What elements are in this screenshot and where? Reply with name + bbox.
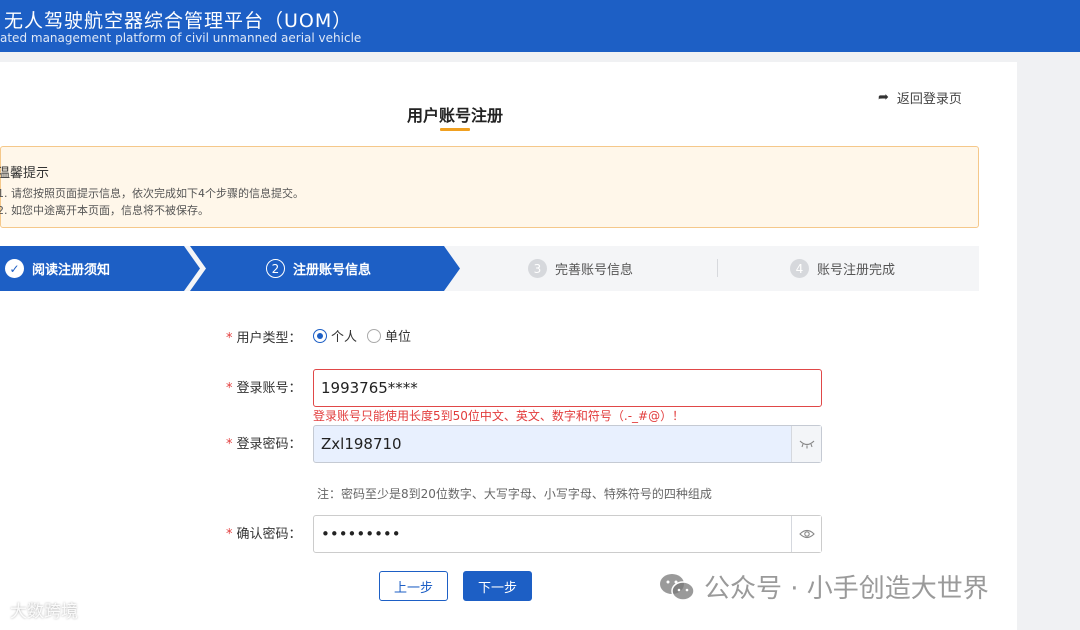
top-header-bar: 无人驾驶航空器综合管理平台（UOM） ated management platf…: [0, 0, 1080, 52]
notice-line-1: 1. 请您按照页面提示信息，依次完成如下4个步骤的信息提交。: [0, 187, 304, 200]
step-2-number: 2: [266, 259, 285, 278]
required-mark: *: [226, 331, 233, 346]
user-type-personal-label: 个人: [331, 330, 358, 345]
step-3-label: 完善账号信息: [555, 263, 634, 278]
title-underline: [440, 128, 470, 131]
step-progress-bar: ✓ 阅读注册须知 2 注册账号信息 3 完善账号信息 4 账号注册完成: [0, 246, 979, 291]
required-mark: *: [226, 381, 233, 396]
user-type-organization-radio[interactable]: 单位: [367, 326, 411, 345]
platform-subtitle: ated management platform of civil unmann…: [0, 31, 362, 45]
password-input[interactable]: Zxl198710: [313, 425, 822, 463]
user-type-organization-label: 单位: [385, 330, 412, 345]
required-mark: *: [226, 527, 233, 542]
step-1: ✓ 阅读注册须知: [5, 246, 110, 291]
notice-line-2: 2. 如您中途离开本页面，信息将不被保存。: [0, 204, 209, 217]
step-3: 3 完善账号信息: [528, 246, 633, 291]
step-2: 2 注册账号信息: [266, 246, 371, 291]
confirm-password-label: * 确认密码：: [226, 527, 302, 542]
account-value: 1993765****: [321, 379, 418, 397]
eye-closed-icon[interactable]: [791, 426, 821, 462]
account-error-message: 登录账号只能使用长度5到50位中文、英文、数字和符号（.-_#@）！: [313, 409, 685, 423]
step-1-label: 阅读注册须知: [32, 263, 111, 278]
notice-title: 温馨提示: [0, 166, 50, 181]
notice-box: 温馨提示 1. 请您按照页面提示信息，依次完成如下4个步骤的信息提交。 2. 如…: [0, 146, 979, 228]
watermark-right: 公众号 · 小手创造大世界: [658, 568, 989, 605]
next-step-button[interactable]: 下一步: [463, 571, 532, 601]
radio-unchecked-icon: [367, 328, 382, 343]
check-icon: ✓: [5, 259, 24, 278]
user-type-personal-radio[interactable]: 个人: [313, 326, 357, 345]
platform-title: 无人驾驶航空器综合管理平台（UOM）: [4, 10, 353, 32]
page-title: 用户账号注册: [406, 106, 503, 125]
account-label: * 登录账号：: [226, 381, 302, 396]
step-4: 4 账号注册完成: [790, 246, 895, 291]
confirm-password-value: •••••••••: [321, 525, 401, 543]
radio-checked-icon: [313, 328, 327, 343]
watermark-right-text: 公众号 · 小手创造大世界: [704, 574, 989, 604]
user-type-label: * 用户类型：: [226, 331, 302, 346]
step-2-label: 注册账号信息: [293, 263, 372, 278]
back-to-login-label: 返回登录页: [896, 92, 962, 107]
step-4-number: 4: [790, 259, 809, 278]
step-divider: [717, 259, 718, 277]
prev-step-button[interactable]: 上一步: [379, 571, 448, 601]
eye-open-icon[interactable]: [791, 516, 821, 552]
watermark-left: 大数跨境: [10, 602, 78, 622]
confirm-password-input[interactable]: •••••••••: [313, 515, 822, 553]
password-value: Zxl198710: [321, 435, 402, 453]
share-arrow-icon: ➦: [878, 90, 889, 105]
wechat-icon: [660, 573, 695, 601]
password-label: * 登录密码：: [226, 437, 302, 452]
required-mark: *: [226, 437, 233, 452]
password-hint: 注：密码至少是8到20位数字、大写字母、小写字母、特殊符号的四种组成: [317, 487, 712, 501]
step-4-label: 账号注册完成: [817, 263, 896, 278]
step-3-number: 3: [528, 259, 547, 278]
user-type-radio-group: 个人 单位: [313, 326, 421, 345]
account-input[interactable]: 1993765****: [313, 369, 822, 407]
back-to-login-link[interactable]: ➦ 返回登录页: [878, 88, 962, 107]
